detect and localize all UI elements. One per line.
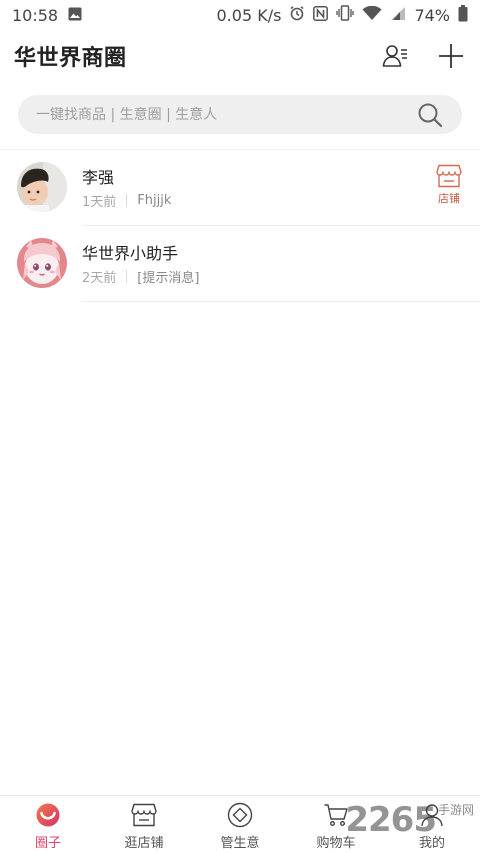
nfc-icon bbox=[313, 5, 329, 25]
nav-label: 逛店铺 bbox=[124, 836, 164, 851]
avatar bbox=[17, 238, 67, 288]
contacts-icon bbox=[382, 45, 407, 67]
shop-label: 店铺 bbox=[438, 192, 460, 205]
bottom-nav: 圈子 逛店铺 管生意 购物车 我的 bbox=[0, 795, 480, 853]
network-speed: 0.05 K/s bbox=[216, 5, 282, 25]
plus-icon bbox=[439, 44, 463, 68]
shop-icon bbox=[436, 164, 462, 188]
message-time: 2天前 bbox=[82, 271, 117, 286]
business-icon bbox=[226, 801, 254, 829]
circle-icon bbox=[34, 801, 62, 829]
nav-label: 购物车 bbox=[316, 836, 356, 851]
last-message: [提示消息] bbox=[137, 271, 200, 286]
conversation-body: 李强 1天前 Fhjjjk 店铺 bbox=[82, 150, 480, 226]
meta-divider bbox=[126, 194, 128, 207]
conversation-body: 华世界小助手 2天前 [提示消息] bbox=[82, 226, 480, 302]
vibrate-icon bbox=[336, 5, 355, 25]
conversation-meta: 1天前 Fhjjjk bbox=[82, 191, 171, 210]
nav-item-profile[interactable]: 我的 bbox=[384, 796, 480, 853]
store-icon bbox=[130, 801, 158, 829]
signal-icon bbox=[390, 6, 406, 25]
shop-button[interactable]: 店铺 bbox=[434, 164, 464, 206]
contacts-button[interactable] bbox=[380, 41, 410, 71]
contact-name: 李强 bbox=[82, 168, 115, 187]
battery-icon bbox=[458, 4, 468, 26]
conversation-meta: 2天前 [提示消息] bbox=[82, 267, 199, 286]
nav-item-store[interactable]: 逛店铺 bbox=[96, 796, 192, 853]
conversation-item[interactable]: 李强 1天前 Fhjjjk 店铺 bbox=[0, 150, 480, 226]
avatar bbox=[17, 162, 67, 212]
search-input[interactable] bbox=[36, 106, 416, 123]
nav-label: 我的 bbox=[418, 836, 445, 851]
profile-icon bbox=[418, 801, 446, 829]
nav-item-business[interactable]: 管生意 bbox=[192, 796, 288, 853]
app-header: 华世界商圈 bbox=[0, 32, 480, 80]
cart-icon bbox=[322, 801, 350, 829]
conversation-list: 李强 1天前 Fhjjjk 店铺 华世界小助手 2天前 [提示消息] bbox=[0, 150, 480, 302]
page-title: 华世界商圈 bbox=[14, 46, 127, 71]
meta-divider bbox=[126, 270, 128, 283]
wifi-icon bbox=[362, 5, 382, 25]
conversation-item[interactable]: 华世界小助手 2天前 [提示消息] bbox=[0, 226, 480, 302]
alarm-icon bbox=[289, 5, 305, 25]
status-time: 10:58 bbox=[12, 5, 59, 25]
last-message: Fhjjjk bbox=[137, 193, 172, 208]
image-notification-icon bbox=[68, 6, 82, 25]
contact-name: 华世界小助手 bbox=[82, 244, 179, 263]
nav-item-circle[interactable]: 圈子 bbox=[0, 796, 96, 853]
add-button[interactable] bbox=[436, 41, 466, 71]
nav-label: 管生意 bbox=[220, 836, 260, 851]
status-bar: 10:58 0.05 K/s 74% bbox=[0, 0, 480, 30]
battery-percent: 74% bbox=[414, 5, 450, 25]
nav-item-cart[interactable]: 购物车 bbox=[288, 796, 384, 853]
search-icon[interactable] bbox=[416, 101, 444, 129]
search-bar[interactable] bbox=[18, 95, 462, 134]
nav-label: 圈子 bbox=[34, 836, 61, 851]
message-time: 1天前 bbox=[82, 195, 117, 210]
